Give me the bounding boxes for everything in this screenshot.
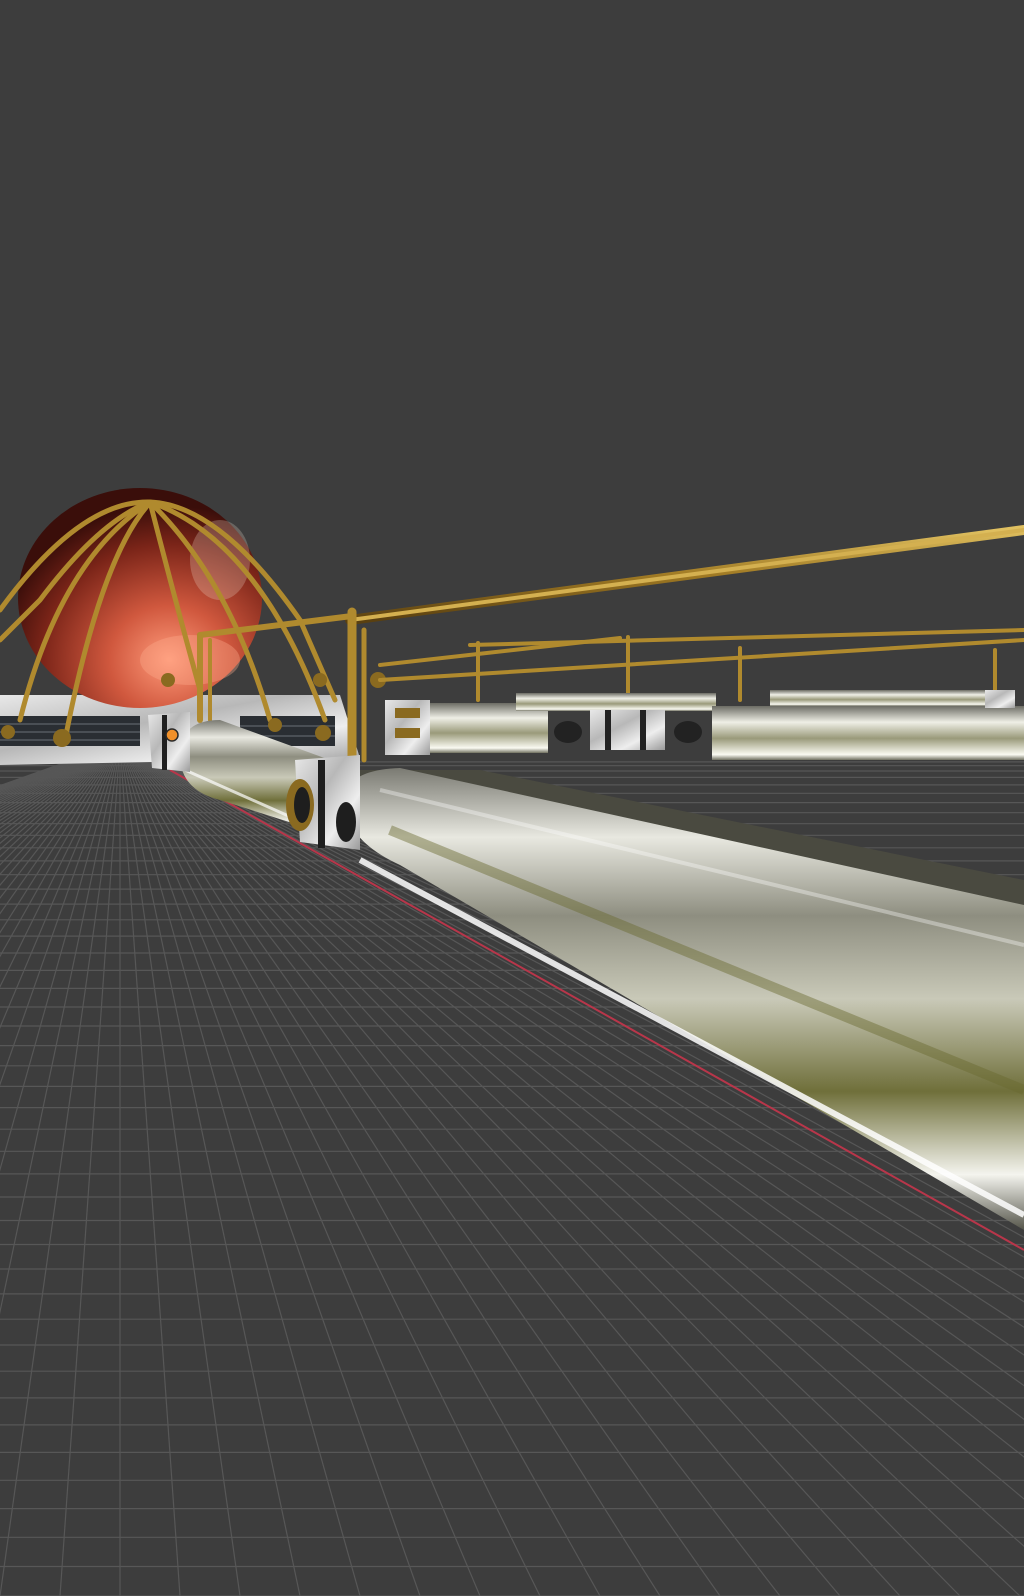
3d-viewport[interactable] xyxy=(0,0,1024,1596)
object-origin-dot xyxy=(165,728,179,742)
copper-sphere[interactable] xyxy=(18,488,262,708)
scene-canvas[interactable] xyxy=(0,0,1024,1596)
